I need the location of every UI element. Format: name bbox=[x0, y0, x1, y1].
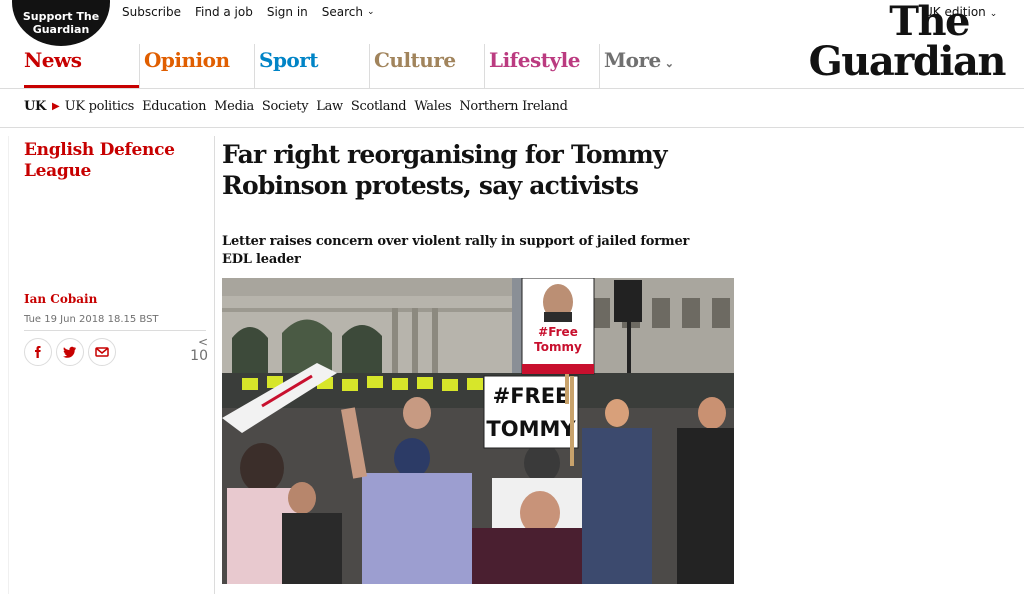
column-divider bbox=[214, 136, 215, 594]
pillar-news-label: News bbox=[24, 48, 82, 72]
pillar-lifestyle-label: Lifestyle bbox=[489, 48, 580, 72]
sign-in-link[interactable]: Sign in bbox=[267, 5, 308, 19]
subnav-divider bbox=[0, 127, 1024, 128]
facebook-share-button[interactable] bbox=[24, 338, 52, 366]
search-link[interactable]: Search ⌄ bbox=[322, 5, 375, 19]
divider bbox=[254, 44, 255, 88]
subnav-item-law[interactable]: Law bbox=[316, 99, 343, 114]
find-a-job-link[interactable]: Find a job bbox=[195, 5, 253, 19]
chevron-down-icon: ⌄ bbox=[664, 57, 674, 70]
top-links: Subscribe Find a job Sign in Search ⌄ bbox=[122, 5, 389, 19]
pillar-more[interactable]: More ⌄ bbox=[599, 44, 679, 88]
divider bbox=[369, 44, 370, 88]
subnav-item-scotland[interactable]: Scotland bbox=[351, 99, 407, 114]
header-divider bbox=[0, 88, 1024, 89]
sign-top-line-2: Tommy bbox=[534, 340, 582, 354]
subnav-item-northern-ireland[interactable]: Northern Ireland bbox=[459, 99, 568, 114]
sign-main-line-2: TOMMY bbox=[486, 417, 576, 441]
subnav-current-uk[interactable]: UK bbox=[24, 99, 46, 114]
article-headline: Far right reorganising for Tommy Robinso… bbox=[222, 140, 668, 200]
twitter-share-button[interactable] bbox=[56, 338, 84, 366]
subnav-item-education[interactable]: Education bbox=[142, 99, 206, 114]
pillar-opinion[interactable]: Opinion bbox=[139, 44, 254, 88]
guardian-logo[interactable]: The Guardian bbox=[757, 0, 1007, 85]
subnav: UK ▶ UK politics Education Media Society… bbox=[24, 99, 576, 114]
pillar-lifestyle[interactable]: Lifestyle bbox=[484, 44, 599, 88]
pillar-news[interactable]: News bbox=[24, 44, 139, 88]
support-label: Support The Guardian bbox=[22, 10, 100, 36]
meta-divider bbox=[24, 330, 206, 331]
share-buttons bbox=[24, 338, 116, 366]
site-header: Support The Guardian Subscribe Find a jo… bbox=[0, 0, 1024, 88]
share-count-value: 10 bbox=[190, 348, 208, 364]
search-label: Search bbox=[321, 5, 364, 19]
pillar-more-label: More bbox=[604, 48, 661, 72]
pillar-culture-label: Culture bbox=[374, 48, 456, 72]
support-button[interactable]: Support The Guardian bbox=[12, 0, 110, 46]
publish-date: Tue 19 Jun 2018 18.15 BST bbox=[24, 314, 159, 325]
triangle-right-icon: ▶ bbox=[52, 101, 60, 112]
divider bbox=[139, 44, 140, 88]
logo-line-1: The bbox=[889, 0, 970, 45]
sign-main-line-1: #FREE bbox=[493, 384, 570, 408]
author-link[interactable]: Ian Cobain bbox=[24, 292, 97, 306]
logo-line-2: Guardian bbox=[808, 38, 1007, 85]
twitter-icon bbox=[63, 346, 76, 358]
facebook-icon bbox=[35, 346, 41, 358]
subnav-item-wales[interactable]: Wales bbox=[414, 99, 451, 114]
pillar-sport-label: Sport bbox=[259, 48, 319, 72]
article-main-image: #FREE TOMMY #Free Tommy bbox=[222, 278, 734, 584]
subnav-item-uk-politics[interactable]: UK politics bbox=[65, 99, 135, 114]
pillar-culture[interactable]: Culture bbox=[369, 44, 484, 88]
divider bbox=[484, 44, 485, 88]
subscribe-link[interactable]: Subscribe bbox=[122, 5, 181, 19]
pillar-opinion-label: Opinion bbox=[144, 48, 230, 72]
share-count: < 10 bbox=[188, 336, 208, 364]
subnav-item-society[interactable]: Society bbox=[262, 99, 309, 114]
subnav-item-media[interactable]: Media bbox=[214, 99, 254, 114]
series-link[interactable]: English Defence League bbox=[24, 140, 204, 182]
pillar-nav: News Opinion Sport Culture Lifestyle Mor… bbox=[0, 44, 679, 88]
sign-top-line-1: #Free bbox=[538, 325, 578, 339]
share-icon: < bbox=[197, 335, 208, 349]
email-icon bbox=[95, 347, 109, 357]
divider bbox=[599, 44, 600, 88]
chevron-down-icon: ⌄ bbox=[367, 7, 375, 17]
pillar-sport[interactable]: Sport bbox=[254, 44, 369, 88]
email-share-button[interactable] bbox=[88, 338, 116, 366]
article-standfirst: Letter raises concern over violent rally… bbox=[222, 234, 690, 267]
protest-photo: #FREE TOMMY #Free Tommy bbox=[222, 278, 734, 584]
gutter-line bbox=[8, 136, 9, 594]
